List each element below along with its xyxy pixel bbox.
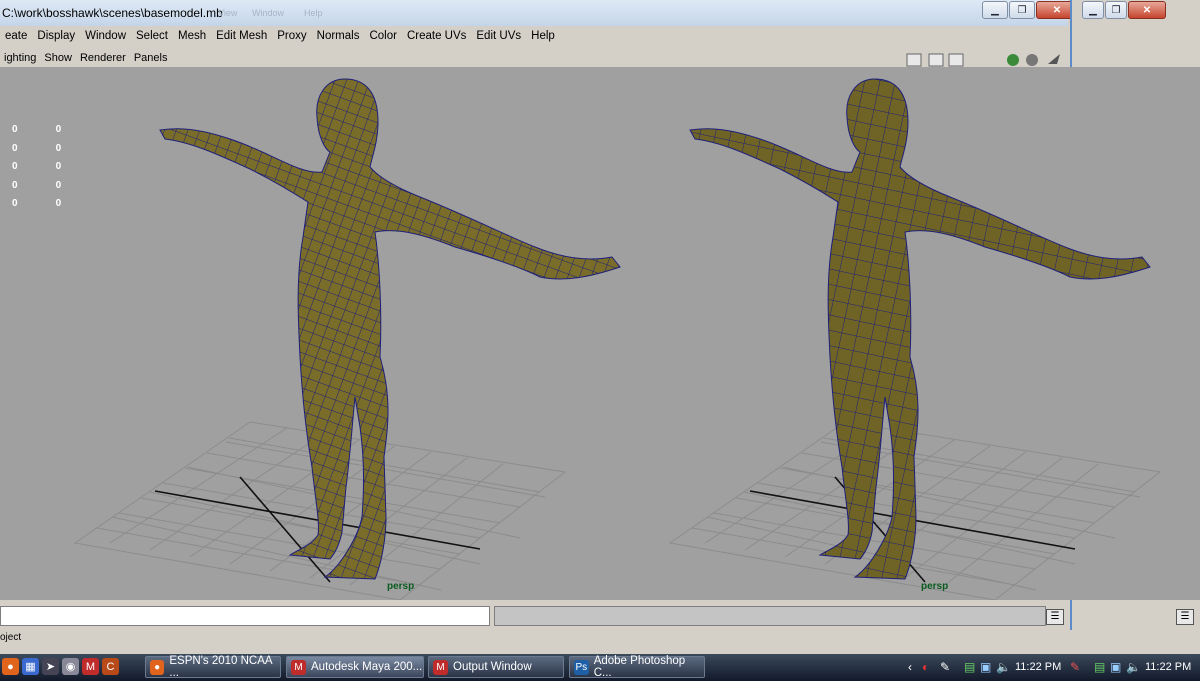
tool-icon[interactable]: ✎ bbox=[940, 660, 950, 674]
maya-icon[interactable]: M bbox=[82, 658, 99, 675]
panel-menubar: ighting Show Renderer Panels bbox=[0, 49, 905, 67]
media-icon[interactable]: ◉ bbox=[62, 658, 79, 675]
menu-edit-uvs[interactable]: Edit UVs bbox=[471, 30, 526, 42]
menu-edit-mesh[interactable]: Edit Mesh bbox=[211, 30, 272, 42]
command-input[interactable] bbox=[0, 606, 490, 626]
hud-value: 0 bbox=[12, 142, 18, 154]
panel-menu-renderer[interactable]: Renderer bbox=[76, 52, 130, 64]
panel-menu-panels[interactable]: Panels bbox=[130, 52, 172, 64]
hud-value: 0 bbox=[55, 161, 62, 172]
list-icon[interactable] bbox=[906, 53, 922, 67]
taskbar-item-espn[interactable]: ● ESPN's 2010 NCAA ... bbox=[145, 655, 281, 679]
taskbar-item-maya[interactable]: M Autodesk Maya 200... bbox=[286, 656, 424, 678]
hud-value: 0 bbox=[55, 124, 62, 135]
app-icon[interactable]: C bbox=[102, 658, 119, 675]
script-editor-icon[interactable]: ☰ bbox=[1046, 609, 1064, 625]
windows-icon[interactable]: ▦ bbox=[22, 658, 39, 675]
ghost-menu-view: View bbox=[218, 8, 238, 18]
arrow-icon[interactable] bbox=[1048, 54, 1060, 64]
sphere-icon[interactable] bbox=[1026, 54, 1038, 66]
hud-value: 0 bbox=[12, 179, 18, 191]
help-line: oject bbox=[0, 628, 1068, 648]
menu-help[interactable]: Help bbox=[526, 30, 560, 42]
hud-value: 0 bbox=[12, 161, 18, 172]
hud-value: 0 bbox=[12, 198, 18, 209]
taskbar-item-label: Output Window bbox=[453, 661, 532, 673]
list-icon[interactable] bbox=[948, 53, 964, 67]
hud-value: 0 bbox=[55, 198, 62, 209]
pointer-icon[interactable]: ➤ bbox=[42, 658, 59, 675]
menu-proxy[interactable]: Proxy bbox=[272, 30, 311, 42]
tray-expand-icon[interactable]: ‹ bbox=[908, 660, 912, 674]
taskbar-item-output-window[interactable]: M Output Window bbox=[428, 656, 564, 678]
network-icon[interactable]: ▣ bbox=[1110, 660, 1121, 674]
scene-canvas[interactable] bbox=[0, 67, 1200, 600]
minimize-button[interactable]: ▁ bbox=[1082, 1, 1104, 19]
security-icon[interactable]: ◐ bbox=[922, 660, 929, 674]
network-icon[interactable]: ▣ bbox=[980, 660, 991, 674]
minimize-button[interactable]: ▁ bbox=[982, 1, 1008, 19]
close-button[interactable]: ✕ bbox=[1128, 1, 1166, 19]
window-titlebar: C:\work\bosshawk\scenes\basemodel.mb Vie… bbox=[0, 0, 1078, 27]
maya-icon: M bbox=[433, 659, 448, 675]
maya-icon: M bbox=[291, 659, 306, 675]
move-icon[interactable] bbox=[1007, 54, 1019, 66]
maximize-button[interactable]: ❐ bbox=[1009, 1, 1035, 19]
list-icon[interactable] bbox=[928, 53, 944, 67]
menu-color[interactable]: Color bbox=[364, 30, 401, 42]
camera-label-left: persp bbox=[387, 581, 415, 592]
taskbar-item-label: ESPN's 2010 NCAA ... bbox=[169, 655, 272, 679]
menu-window[interactable]: Window bbox=[80, 30, 131, 42]
taskbar-item-photoshop[interactable]: Ps Adobe Photoshop C... bbox=[569, 655, 705, 679]
menu-mesh[interactable]: Mesh bbox=[173, 30, 211, 42]
menu-create[interactable]: eate bbox=[0, 30, 32, 42]
camera-label-right: persp bbox=[921, 581, 949, 592]
command-feedback bbox=[494, 606, 1046, 626]
hud-value: 0 bbox=[55, 142, 62, 154]
system-clock[interactable]: 11:22 PM bbox=[1145, 661, 1191, 673]
volume-icon[interactable]: 🔈 bbox=[1126, 660, 1141, 674]
menu-normals[interactable]: Normals bbox=[312, 30, 365, 42]
taskbar: ● ▦ ➤ ◉ M C ● ESPN's 2010 NCAA ... M Aut… bbox=[0, 654, 1200, 681]
network-icon[interactable]: ▤ bbox=[964, 660, 975, 674]
menu-create-uvs[interactable]: Create UVs bbox=[402, 30, 471, 42]
menu-display[interactable]: Display bbox=[32, 30, 80, 42]
main-menubar: eate Display Window Select Mesh Edit Mes… bbox=[0, 26, 1068, 46]
help-line-text: oject bbox=[0, 632, 22, 643]
window-title: C:\work\bosshawk\scenes\basemodel.mb bbox=[2, 6, 223, 20]
firefox-icon: ● bbox=[150, 659, 165, 675]
script-editor-icon[interactable]: ☰ bbox=[1176, 609, 1194, 625]
ghost-menu-help: Help bbox=[304, 8, 323, 18]
channel-toolbar bbox=[905, 46, 1068, 68]
hud-value: 0 bbox=[12, 124, 18, 135]
panel-menu-lighting[interactable]: ighting bbox=[0, 52, 40, 64]
maximize-button[interactable]: ❐ bbox=[1105, 1, 1127, 19]
taskbar-item-label: Adobe Photoshop C... bbox=[593, 655, 686, 679]
ghost-menu-window: Window bbox=[252, 8, 285, 18]
firefox-icon[interactable]: ● bbox=[2, 658, 19, 675]
perspective-viewport[interactable]: 0 0 0 0 0 0 0 0 0 0 persp persp bbox=[0, 67, 1200, 600]
system-clock[interactable]: 11:22 PM bbox=[1015, 661, 1061, 673]
hud-value: 0 bbox=[55, 179, 62, 191]
right-character-mesh[interactable] bbox=[689, 78, 1151, 580]
volume-icon[interactable]: 🔈 bbox=[996, 660, 1011, 674]
menu-select[interactable]: Select bbox=[131, 30, 173, 42]
taskbar-item-label: Autodesk Maya 200... bbox=[311, 661, 423, 673]
tool-icon[interactable]: ✎ bbox=[1070, 660, 1080, 674]
panel-menu-show[interactable]: Show bbox=[40, 52, 76, 64]
toolbar-icons bbox=[906, 53, 1060, 67]
network-icon[interactable]: ▤ bbox=[1094, 660, 1105, 674]
photoshop-icon: Ps bbox=[574, 659, 589, 675]
heads-up-display: 0 0 0 0 0 0 0 0 0 0 bbox=[12, 121, 61, 214]
